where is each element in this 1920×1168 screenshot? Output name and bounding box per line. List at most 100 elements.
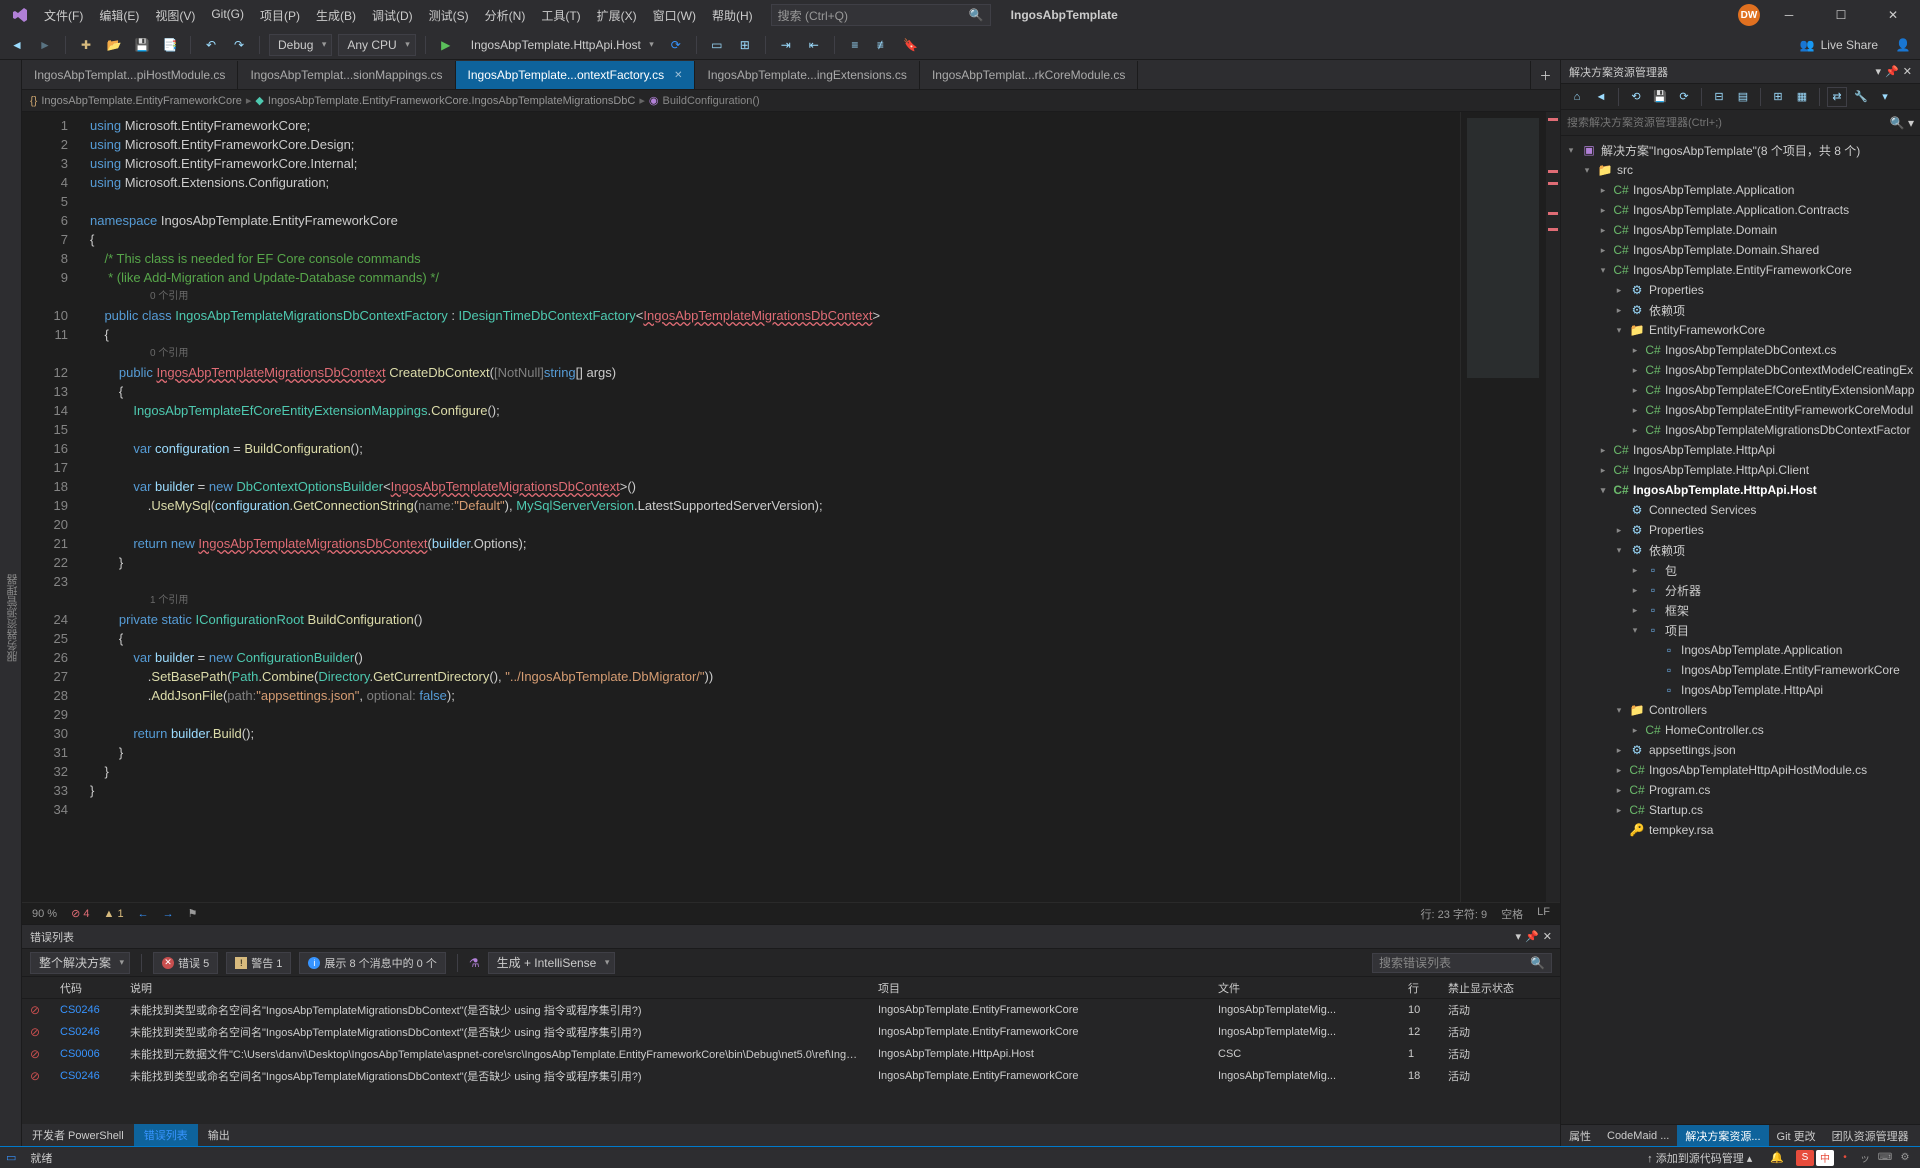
error-count[interactable]: ⊘ 4 <box>71 907 89 920</box>
expand-icon[interactable]: ▾ <box>1629 625 1641 636</box>
menu-item[interactable]: 视图(V) <box>147 3 203 28</box>
tree-item[interactable]: ▸⚙Properties <box>1561 280 1920 300</box>
tree-item[interactable]: ▸C#Program.cs <box>1561 780 1920 800</box>
expand-icon[interactable]: ▾ <box>1581 165 1593 176</box>
errorlist-search[interactable]: 搜索错误列表🔍 <box>1372 953 1552 973</box>
error-row[interactable]: ⊘CS0246未能找到类型或命名空间名"IngosAbpTemplateMigr… <box>22 1065 1560 1087</box>
wrench-icon[interactable]: 🔧 <box>1851 87 1871 107</box>
forward-icon[interactable]: ► <box>34 34 56 56</box>
expand-icon[interactable]: ▾ <box>1613 325 1625 336</box>
expand-icon[interactable]: ▸ <box>1629 725 1641 736</box>
tree-item[interactable]: ▾📁EntityFrameworkCore <box>1561 320 1920 340</box>
nav-toggle-icon[interactable]: ⚑ <box>188 907 198 920</box>
indent-mode[interactable]: 空格 <box>1501 906 1523 922</box>
expand-icon[interactable]: ▸ <box>1629 385 1641 396</box>
expand-icon[interactable]: ▸ <box>1597 445 1609 456</box>
tree-item[interactable]: ▫IngosAbpTemplate.Application <box>1561 640 1920 660</box>
expand-icon[interactable]: ▸ <box>1597 225 1609 236</box>
breadcrumb[interactable]: {} IngosAbpTemplate.EntityFrameworkCore … <box>22 90 1560 112</box>
expand-icon[interactable]: ▸ <box>1597 465 1609 476</box>
expand-icon[interactable]: ▾ <box>1597 485 1609 496</box>
tree-item[interactable]: ▸C#IngosAbpTemplateMigrationsDbContextFa… <box>1561 420 1920 440</box>
tree-item[interactable]: ▸⚙Properties <box>1561 520 1920 540</box>
new-icon[interactable]: ✚ <box>75 34 97 56</box>
zoom-level[interactable]: 90 % <box>32 908 57 920</box>
expand-icon[interactable]: ▸ <box>1597 185 1609 196</box>
expand-icon[interactable]: ▸ <box>1629 405 1641 416</box>
run-button[interactable]: ▶ <box>435 34 457 56</box>
document-tab[interactable]: IngosAbpTemplate...ingExtensions.cs <box>695 61 919 89</box>
panel-menu-icon[interactable]: ▾ <box>1516 930 1522 943</box>
server-explorer-tab[interactable]: 服务器资源管理器 <box>5 570 21 666</box>
line-ending[interactable]: LF <box>1537 906 1550 922</box>
menu-item[interactable]: 窗口(W) <box>645 3 704 28</box>
error-row[interactable]: ⊘CS0246未能找到类型或命名空间名"IngosAbpTemplateMigr… <box>22 1021 1560 1043</box>
expand-icon[interactable]: ▸ <box>1597 245 1609 256</box>
expand-icon[interactable]: ▸ <box>1629 605 1641 616</box>
tree-item[interactable]: ▸C#Startup.cs <box>1561 800 1920 820</box>
tree-item[interactable]: ▸C#IngosAbpTemplate.Domain <box>1561 220 1920 240</box>
menu-item[interactable]: 扩展(X) <box>589 3 645 28</box>
tree-item[interactable]: 🔑tempkey.rsa <box>1561 820 1920 840</box>
errors-filter[interactable]: ✕错误 5 <box>153 952 218 974</box>
save-icon[interactable]: 💾 <box>131 34 153 56</box>
tree-item[interactable]: ▸C#HomeController.cs <box>1561 720 1920 740</box>
right-bottom-tab[interactable]: CodeMaid ... <box>1599 1125 1677 1146</box>
sync-icon[interactable]: ⟲ <box>1626 87 1646 107</box>
maximize-button[interactable]: ☐ <box>1818 0 1864 30</box>
close-tab-icon[interactable]: ✕ <box>674 70 682 81</box>
tool-1-icon[interactable]: ▭ <box>706 34 728 56</box>
tree-item[interactable]: ⚙Connected Services <box>1561 500 1920 520</box>
tree-item[interactable]: ▸⚙依赖项 <box>1561 300 1920 320</box>
tree-item[interactable]: ▾▫项目 <box>1561 620 1920 640</box>
uncomment-icon[interactable]: ≢ <box>872 34 894 56</box>
right-bottom-tab[interactable]: Git 更改 <box>1769 1125 1824 1146</box>
menu-item[interactable]: 生成(B) <box>308 3 364 28</box>
run-target[interactable]: IngosAbpTemplate.HttpApi.Host <box>463 34 659 56</box>
tree-item[interactable]: ▸C#IngosAbpTemplateHttpApiHostModule.cs <box>1561 760 1920 780</box>
error-row[interactable]: ⊘CS0006未能找到元数据文件"C:\Users\danvi\Desktop\… <box>22 1043 1560 1065</box>
warnings-filter[interactable]: !警告 1 <box>226 952 291 974</box>
panel-close-icon[interactable]: ✕ <box>1543 930 1552 943</box>
menu-item[interactable]: Git(G) <box>203 3 252 28</box>
bottom-tab[interactable]: 错误列表 <box>134 1124 198 1146</box>
solution-root[interactable]: ▾▣ 解决方案"IngosAbpTemplate"(8 个项目，共 8 个) <box>1561 140 1920 160</box>
document-tab[interactable]: IngosAbpTemplat...sionMappings.cs <box>238 61 455 89</box>
expand-icon[interactable]: ▸ <box>1613 305 1625 316</box>
messages-filter[interactable]: i展示 8 个消息中的 0 个 <box>299 952 445 974</box>
tree-item[interactable]: ▾C#IngosAbpTemplate.EntityFrameworkCore <box>1561 260 1920 280</box>
expand-icon[interactable]: ▾ <box>1613 705 1625 716</box>
panel-pin-icon[interactable]: 📌 <box>1525 930 1539 943</box>
right-bottom-tab[interactable]: 属性 <box>1561 1125 1599 1146</box>
notifications-icon[interactable]: 🔔 <box>1764 1151 1790 1164</box>
expand-icon[interactable]: ▸ <box>1629 365 1641 376</box>
tree-item[interactable]: ▾⚙依赖项 <box>1561 540 1920 560</box>
undo-icon[interactable]: ↶ <box>200 34 222 56</box>
output-icon[interactable]: ▭ <box>6 1151 16 1164</box>
tree-item[interactable]: ▸C#IngosAbpTemplateDbContext.cs <box>1561 340 1920 360</box>
source-control[interactable]: ↑ 添加到源代码管理 ▴ <box>1641 1150 1758 1166</box>
view-switch-icon[interactable]: ⇄ <box>1827 87 1847 107</box>
tree-item[interactable]: ▸C#IngosAbpTemplate.HttpApi <box>1561 440 1920 460</box>
menu-item[interactable]: 编辑(E) <box>91 3 147 28</box>
expand-icon[interactable]: ▸ <box>1629 565 1641 576</box>
document-tab[interactable]: IngosAbpTemplat...rkCoreModule.cs <box>920 61 1138 89</box>
tree-item[interactable]: ▸⚙appsettings.json <box>1561 740 1920 760</box>
close-button[interactable]: ✕ <box>1870 0 1916 30</box>
panel-menu-icon[interactable]: ▾ <box>1876 65 1882 78</box>
tree-item[interactable]: ▸C#IngosAbpTemplateEfCoreEntityExtension… <box>1561 380 1920 400</box>
bottom-tab[interactable]: 开发者 PowerShell <box>22 1124 134 1146</box>
warning-count[interactable]: ▲ 1 <box>103 908 123 920</box>
solution-search-input[interactable] <box>1567 117 1890 129</box>
avatar[interactable]: DW <box>1738 4 1760 26</box>
tree-item[interactable]: ▫IngosAbpTemplate.EntityFrameworkCore <box>1561 660 1920 680</box>
tree-item[interactable]: ▾📁src <box>1561 160 1920 180</box>
showall-icon[interactable]: ▤ <box>1733 87 1753 107</box>
tree-item[interactable]: ▸C#IngosAbpTemplateDbContextModelCreatin… <box>1561 360 1920 380</box>
step-icon[interactable]: ⇥ <box>775 34 797 56</box>
menu-item[interactable]: 分析(N) <box>477 3 534 28</box>
saveall-icon[interactable]: 📑 <box>159 34 181 56</box>
tree-item[interactable]: ▸▫分析器 <box>1561 580 1920 600</box>
document-tab[interactable]: IngosAbpTemplate...ontextFactory.cs✕ <box>456 61 696 89</box>
filter-toggle-icon[interactable]: ⚗ <box>469 956 480 970</box>
